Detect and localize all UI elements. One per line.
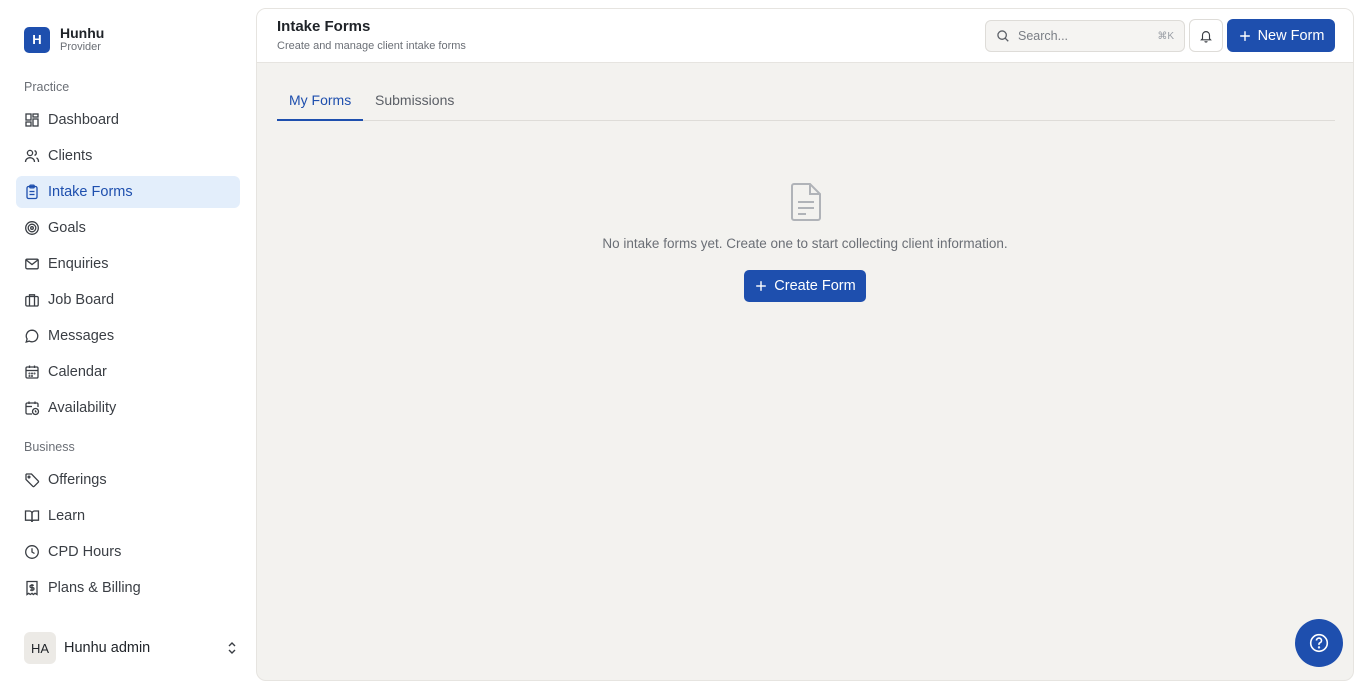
user-name: Hunhu admin [64, 640, 151, 656]
sidebar-item-label: Enquiries [48, 256, 109, 272]
brand-name: Hunhu [60, 25, 105, 41]
sidebar-item-learn[interactable]: Learn [16, 500, 240, 532]
clock-icon [24, 544, 40, 560]
plus-icon [1239, 30, 1250, 41]
sidebar-item-label: Plans & Billing [48, 580, 141, 596]
new-form-label: New Form [1257, 27, 1325, 44]
bell-icon [1200, 30, 1212, 43]
search-icon [997, 30, 1009, 42]
brand[interactable]: H Hunhu Provider [24, 26, 104, 53]
tab-submissions[interactable]: Submissions [363, 87, 466, 121]
mail-icon [24, 256, 40, 272]
sidebar-item-intake-forms[interactable]: Intake Forms [16, 176, 240, 208]
sidebar-item-label: Learn [48, 508, 86, 524]
brand-logo: H [24, 26, 50, 53]
sidebar-item-cpd-hours[interactable]: CPD Hours [16, 536, 240, 568]
search-input[interactable]: Search... ⌘K [985, 20, 1185, 52]
brand-role: Provider [60, 41, 101, 53]
sidebar-item-label: Dashboard [48, 112, 119, 128]
sidebar-item-enquiries[interactable]: Enquiries [16, 248, 240, 280]
sidebar-item-label: Job Board [48, 292, 115, 308]
sidebar-item-messages[interactable]: Messages [16, 320, 240, 352]
sidebar-item-label: CPD Hours [48, 544, 122, 560]
page-subtitle: Create and manage client intake forms [277, 40, 466, 52]
dashboard-icon [24, 112, 40, 128]
sidebar-item-plans-billing[interactable]: Plans & Billing [16, 572, 240, 604]
create-form-label: Create Form [774, 278, 856, 294]
search-placeholder: Search... [1018, 29, 1069, 43]
header: Intake Forms Create and manage client in… [257, 9, 1353, 63]
chevron-up-down-icon [228, 642, 236, 654]
briefcase-icon [24, 292, 40, 308]
sidebar-item-label: Intake Forms [48, 184, 133, 200]
clipboard-icon [24, 184, 40, 200]
users-icon [24, 148, 40, 164]
sidebar-item-label: Messages [48, 328, 115, 344]
avatar: HA [24, 632, 56, 664]
user-menu[interactable]: HA Hunhu admin [24, 632, 240, 664]
tab-my-forms[interactable]: My Forms [277, 87, 364, 121]
sidebar-item-label: Availability [48, 400, 117, 416]
sidebar-item-label: Calendar [48, 364, 107, 380]
sidebar-item-dashboard[interactable]: Dashboard [16, 104, 240, 136]
calendar-clock-icon [24, 400, 40, 416]
new-form-button[interactable]: New Form [1227, 19, 1335, 52]
help-icon [1309, 633, 1329, 653]
sidebar-item-goals[interactable]: Goals [16, 212, 240, 244]
main-panel: Intake Forms Create and manage client in… [256, 8, 1354, 681]
section-label-practice: Practice [24, 80, 70, 94]
sidebar-item-clients[interactable]: Clients [16, 140, 240, 172]
create-form-button[interactable]: Create Form [744, 270, 866, 302]
tab-bar: My Forms Submissions [277, 87, 1335, 121]
sidebar-item-job-board[interactable]: Job Board [16, 284, 240, 316]
empty-state-message: No intake forms yet. Create one to start… [602, 236, 1008, 251]
sidebar-item-label: Goals [48, 220, 86, 236]
sidebar-item-label: Offerings [48, 472, 107, 488]
message-icon [24, 328, 40, 344]
calendar-icon [24, 364, 40, 380]
book-icon [24, 508, 40, 524]
page-title: Intake Forms [277, 18, 371, 35]
sidebar-item-availability[interactable]: Availability [16, 392, 240, 424]
notifications-button[interactable] [1189, 19, 1223, 52]
document-icon [791, 183, 821, 221]
plus-icon [756, 281, 767, 291]
sidebar-item-calendar[interactable]: Calendar [16, 356, 240, 388]
help-button[interactable] [1295, 619, 1343, 667]
target-icon [24, 220, 40, 236]
section-label-business: Business [24, 440, 75, 454]
tag-icon [24, 472, 40, 488]
sidebar-item-offerings[interactable]: Offerings [16, 464, 240, 496]
sidebar: H Hunhu Provider Practice Dashboard Clie… [0, 0, 256, 688]
sidebar-item-label: Clients [48, 148, 93, 164]
search-shortcut: ⌘K [1157, 30, 1174, 42]
receipt-icon [24, 580, 40, 596]
